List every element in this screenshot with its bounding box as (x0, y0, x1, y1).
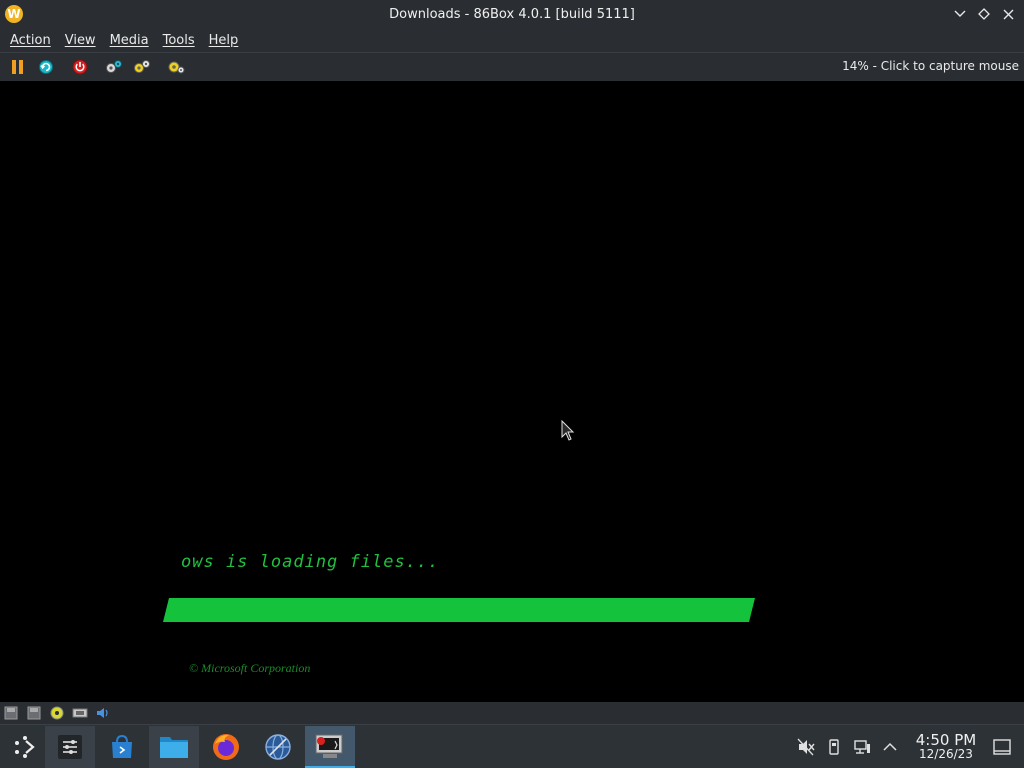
cdrom-icon[interactable] (48, 706, 65, 720)
usb-device-icon[interactable] (820, 735, 848, 759)
settings-icon (168, 61, 185, 74)
86box-app-icon[interactable]: W (5, 5, 23, 23)
menu-bar: Action View Media Tools Help (0, 28, 1024, 52)
minimize-button[interactable] (948, 2, 972, 26)
clock[interactable]: 4:50 PM 12/26/23 (910, 731, 982, 762)
system-settings-icon (58, 735, 82, 759)
ctrl-alt-esc-button[interactable] (130, 55, 154, 79)
loading-progress-bar (157, 598, 755, 622)
app-launcher-icon (15, 736, 35, 758)
menu-view[interactable]: View (58, 33, 103, 48)
copyright-text: © Microsoft Corporation (189, 661, 311, 675)
power-icon (72, 59, 88, 75)
taskbar: 4:50 PM 12/26/23 (0, 724, 1024, 768)
loading-message: ows is loading files... (181, 552, 440, 572)
taskbar-system-settings[interactable] (45, 726, 95, 768)
taskbar-file-manager[interactable] (149, 726, 199, 768)
loading-progress-fill (163, 598, 755, 622)
floppy-drive-icon[interactable] (2, 706, 19, 720)
sound-icon[interactable] (94, 706, 111, 720)
window-controls (948, 2, 1020, 26)
system-tray: 4:50 PM 12/26/23 (792, 725, 1024, 768)
diamond-icon (978, 8, 990, 20)
discover-store-icon (112, 734, 132, 758)
hard-reset-button[interactable] (34, 55, 58, 79)
file-manager-icon (160, 737, 188, 758)
menu-action[interactable]: Action (3, 33, 58, 48)
mouse-cursor-icon (561, 419, 575, 446)
pause-icon (12, 60, 23, 74)
taskbar-firefox[interactable] (201, 726, 251, 768)
86box-icon (315, 734, 343, 758)
network-wired-icon[interactable] (848, 735, 876, 759)
floppy-drive-2-icon[interactable] (25, 706, 42, 720)
taskbar-network-browser[interactable] (253, 726, 303, 768)
app-launcher-button[interactable] (0, 726, 50, 768)
title-bar: W Downloads - 86Box 4.0.1 [build 5111] (0, 0, 1024, 28)
audio-muted-icon[interactable] (792, 735, 820, 759)
firefox-icon (213, 734, 239, 760)
pause-button[interactable] (6, 55, 30, 79)
ctrl-alt-del-icon (106, 60, 122, 73)
clock-date: 12/26/23 (919, 747, 973, 761)
power-button[interactable] (68, 55, 92, 79)
window-title: Downloads - 86Box 4.0.1 [build 5111] (389, 6, 635, 22)
menu-help[interactable]: Help (202, 33, 246, 48)
network-icon[interactable] (71, 706, 88, 720)
settings-button[interactable] (164, 55, 188, 79)
chevron-down-icon (954, 10, 966, 17)
show-desktop-icon[interactable] (988, 735, 1016, 759)
taskbar-86box[interactable] (305, 726, 355, 768)
menu-media[interactable]: Media (103, 33, 156, 48)
close-button[interactable] (996, 2, 1020, 26)
ctrl-alt-esc-icon (134, 60, 150, 73)
clock-time: 4:50 PM (915, 731, 977, 749)
taskbar-discover[interactable] (97, 726, 147, 768)
tray-expand-icon[interactable] (876, 735, 904, 759)
emulator-status-bar (0, 702, 1024, 724)
menu-tools[interactable]: Tools (156, 33, 202, 48)
capture-mouse-status[interactable]: 14% - Click to capture mouse (842, 59, 1019, 73)
maximize-button[interactable] (972, 2, 996, 26)
network-browser-icon (265, 734, 291, 760)
ctrl-alt-del-button[interactable] (102, 55, 126, 79)
close-icon (1003, 9, 1013, 19)
emulated-display[interactable]: ows is loading files... © Microsoft Corp… (0, 81, 1024, 702)
reset-icon (39, 60, 53, 74)
